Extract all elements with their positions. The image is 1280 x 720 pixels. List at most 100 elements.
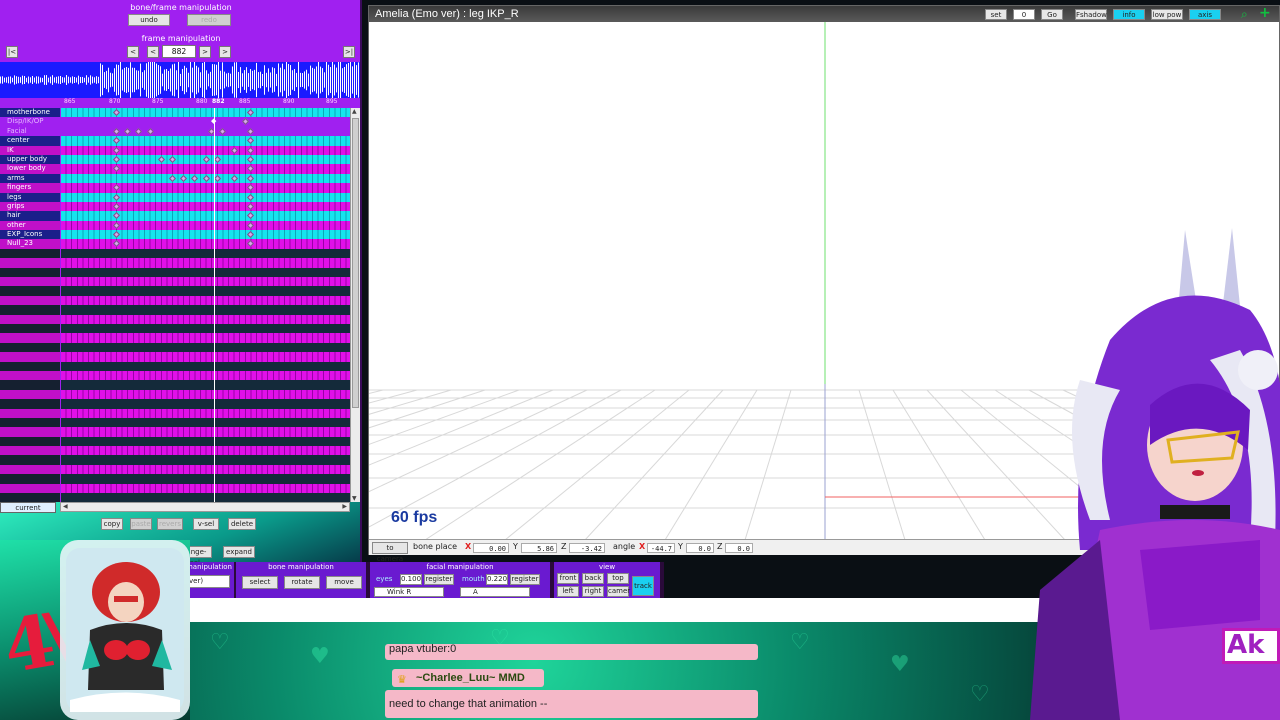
track-row[interactable]: grips [0, 201, 350, 212]
track-row[interactable]: lower body [0, 164, 350, 174]
track-row[interactable]: IK [0, 145, 350, 155]
scrollbar-thumb[interactable] [352, 118, 359, 408]
keyframe-diamond-icon[interactable] [112, 127, 121, 135]
redo-button[interactable]: redo [187, 14, 231, 26]
track-row[interactable]: EXP_Icons [0, 230, 350, 240]
keyframe-diamond-icon[interactable] [247, 240, 255, 248]
keyframe-diamond-icon[interactable] [112, 193, 121, 201]
keyframe-diamond-icon[interactable] [247, 127, 255, 135]
keyframe-diamond-icon[interactable] [168, 155, 177, 163]
keyframe-diamond-icon[interactable] [146, 127, 154, 135]
frame-set-input[interactable]: 0 [1013, 9, 1035, 20]
low-pow-button[interactable]: low pow [1151, 9, 1183, 20]
keyframe-diamond-icon[interactable] [112, 137, 121, 145]
track-cells[interactable] [61, 145, 350, 155]
keyframe-diamond-icon[interactable] [247, 221, 255, 229]
track-label[interactable]: center [0, 136, 60, 146]
view-back-button[interactable]: back [582, 573, 604, 584]
track-label[interactable]: Facial [0, 126, 60, 137]
track-label[interactable]: other [0, 220, 60, 231]
bone-x-input[interactable]: 0.00 [473, 543, 509, 553]
first-frame-button[interactable]: |< [6, 46, 18, 58]
keyframe-diamond-icon[interactable] [112, 146, 121, 154]
track-label[interactable]: fingers [0, 183, 60, 193]
keyframe-diamond-icon[interactable] [135, 127, 143, 135]
track-row[interactable]: upper body [0, 154, 350, 165]
keyframe-diamond-icon[interactable] [112, 184, 121, 192]
rotate-button[interactable]: rotate [284, 576, 320, 589]
model-select[interactable]: ver) [186, 575, 230, 588]
view-left-button[interactable]: left [557, 586, 579, 597]
track-cells[interactable] [61, 117, 350, 126]
keyframe-diamond-icon[interactable] [247, 165, 255, 173]
scroll-down-icon[interactable]: ▼ [352, 495, 357, 502]
track-label[interactable]: arms [0, 173, 60, 184]
playhead-marker-icon[interactable]: ◆ [211, 117, 216, 125]
track-label[interactable]: hair [0, 211, 60, 221]
undo-button[interactable]: undo [128, 14, 170, 26]
keyframe-diamond-icon[interactable] [168, 174, 177, 182]
track-row[interactable]: fingers [0, 183, 350, 193]
keyframe-diamond-icon[interactable] [247, 146, 255, 154]
add-icon[interactable]: + [1259, 5, 1271, 21]
track-cells[interactable] [61, 164, 350, 174]
track-cells[interactable] [61, 154, 350, 165]
track-button[interactable]: track [632, 576, 654, 596]
prev-keyframe-button[interactable]: < [127, 46, 139, 58]
keyframe-diamond-icon[interactable] [247, 202, 255, 210]
track-row[interactable]: center [0, 136, 350, 146]
last-frame-button[interactable]: >| [343, 46, 355, 58]
scroll-up-icon[interactable]: ▲ [352, 108, 357, 115]
keyframe-diamond-icon[interactable] [247, 212, 255, 220]
track-cells[interactable] [61, 239, 350, 249]
keyframe-diamond-icon[interactable] [247, 108, 255, 117]
view-front-button[interactable]: front [557, 573, 579, 584]
keyframe-diamond-icon[interactable] [112, 221, 121, 229]
playhead-line[interactable] [214, 108, 215, 502]
track-row[interactable]: hair [0, 211, 350, 221]
set-button[interactable]: set [985, 9, 1007, 20]
track-cells[interactable] [61, 211, 350, 221]
view-top-button[interactable]: top [607, 573, 629, 584]
next-keyframe-button[interactable]: > [219, 46, 231, 58]
track-cells[interactable] [61, 183, 350, 193]
track-cells[interactable] [61, 136, 350, 146]
track-cells[interactable] [61, 220, 350, 231]
keyframe-diamond-icon[interactable] [191, 174, 199, 182]
track-label[interactable]: grips [0, 201, 60, 212]
move-button[interactable]: move [326, 576, 362, 589]
info-button[interactable]: info [1113, 9, 1145, 20]
view-right-button[interactable]: right [582, 586, 604, 597]
track-row[interactable]: other [0, 220, 350, 231]
track-row[interactable]: Disp/IK/OP [0, 117, 350, 127]
bone-z-input[interactable]: -3.42 [569, 543, 605, 553]
keyframe-diamond-icon[interactable] [247, 155, 255, 163]
eyes-value-input[interactable]: 0.100 [400, 574, 422, 585]
track-cells[interactable] [61, 108, 350, 118]
track-label[interactable]: Null_23 [0, 239, 60, 249]
track-label[interactable]: lower body [0, 164, 60, 174]
track-cells[interactable] [61, 192, 350, 202]
keyframe-diamond-icon[interactable] [219, 127, 227, 135]
track-row[interactable]: motherbone [0, 108, 350, 118]
keyframe-diamond-icon[interactable] [112, 165, 121, 173]
bone-y-input[interactable]: 5.86 [521, 543, 557, 553]
track-row[interactable]: Null_23 [0, 239, 350, 249]
keyframe-diamond-icon[interactable] [202, 174, 210, 182]
keyframe-diamond-icon[interactable] [247, 193, 255, 201]
prev-frame-button[interactable]: < [147, 46, 159, 58]
keyframe-diamond-icon[interactable] [112, 202, 121, 210]
keyframe-diamond-icon[interactable] [247, 184, 255, 192]
keyframe-diamond-icon[interactable] [202, 155, 210, 163]
timeline-vertical-scrollbar[interactable]: ▲ ▼ [350, 108, 360, 502]
angle-x-input[interactable]: -44.7 [647, 543, 675, 553]
frame-number-input[interactable]: 882 [162, 45, 196, 58]
axis-button[interactable]: axis [1189, 9, 1221, 20]
delete-button[interactable]: delete [228, 518, 256, 530]
mouth-value-input[interactable]: 0.220 [486, 574, 508, 585]
keyframe-diamond-icon[interactable] [112, 212, 121, 220]
v-sel-button[interactable]: v-sel [193, 518, 219, 530]
track-cells[interactable] [61, 173, 350, 184]
copy-button[interactable]: copy [101, 518, 123, 530]
select-button[interactable]: select [242, 576, 278, 589]
